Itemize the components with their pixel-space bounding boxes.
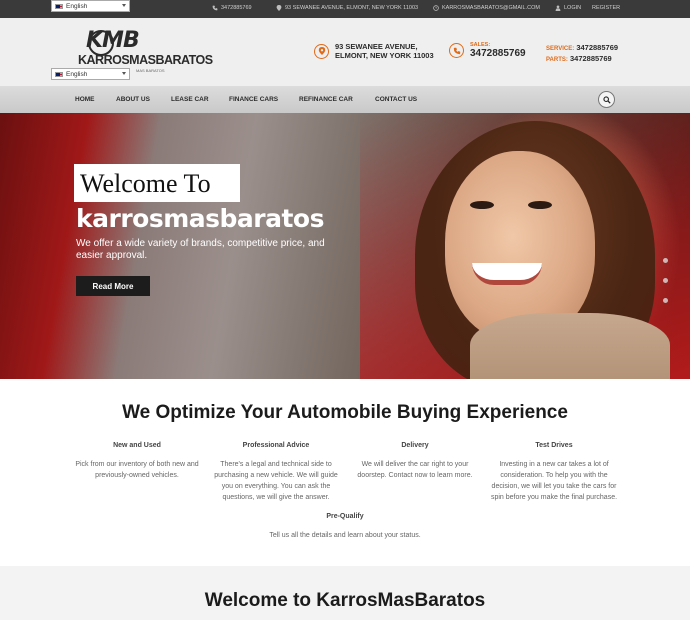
hero-slider: Welcome To karrosmasbaratos We offer a w… xyxy=(0,113,690,379)
feature-desc: Investing in a new car takes a lot of co… xyxy=(490,461,618,501)
feature-title: New and Used xyxy=(113,442,161,449)
address-line-1: 93 SEWANEE AVENUE, xyxy=(335,42,418,51)
slider-dot[interactable] xyxy=(663,298,668,303)
hero-coat xyxy=(470,313,670,379)
top-info-bar: English 3472885769 93 SEWANEE AVENUE, EL… xyxy=(0,0,690,18)
chevron-down-icon xyxy=(122,4,126,7)
read-more-button[interactable]: Read More xyxy=(76,276,150,296)
feature-desc: We will deliver the car right to your do… xyxy=(357,461,473,479)
register-link[interactable]: REGISTER xyxy=(592,5,620,11)
sales-number: 3472885769 xyxy=(470,48,526,59)
parts-number: 3472885769 xyxy=(569,54,612,63)
search-button[interactable] xyxy=(598,91,615,108)
parts-label: PARTS: xyxy=(546,57,568,63)
register-label: REGISTER xyxy=(592,5,621,11)
nav-contact-us[interactable]: CONTACT US xyxy=(375,96,417,103)
hero-eye-left xyxy=(470,201,494,209)
site-header: KMB KARROSMASBARATOS MAS BARATOS English… xyxy=(0,18,690,86)
topbar-address-text: 93 SEWANEE AVENUE, ELMONT, NEW YORK 1100… xyxy=(285,5,419,11)
user-icon xyxy=(555,5,561,11)
nav-about-us[interactable]: ABOUT US xyxy=(116,96,150,103)
location-pin-icon xyxy=(276,5,282,11)
uk-flag-icon xyxy=(55,71,63,77)
logo-name: KARROSMASBARATOS xyxy=(78,53,213,67)
slider-dot[interactable] xyxy=(663,278,668,283)
parts-line[interactable]: PARTS: 3472885769 xyxy=(546,54,618,65)
feature-title: Test Drives xyxy=(535,442,573,449)
feature-title: Pre-Qualify xyxy=(326,513,364,520)
search-icon xyxy=(602,95,611,104)
phone-icon xyxy=(449,43,464,58)
nav-lease-car[interactable]: LEASE CAR xyxy=(171,96,209,103)
feature-new-and-used: New and Used Pick from our inventory of … xyxy=(72,442,202,481)
chevron-down-icon xyxy=(122,72,126,75)
section-title: We Optimize Your Automobile Buying Exper… xyxy=(122,402,568,423)
language-label: English xyxy=(66,70,88,78)
feature-desc: Tell us all the details and learn about … xyxy=(269,532,421,539)
clock-icon xyxy=(433,5,439,11)
main-nav: HOME ABOUT US LEASE CAR FINANCE CARS REF… xyxy=(0,86,690,113)
hero-welcome: Welcome To xyxy=(80,169,211,198)
feature-title: Delivery xyxy=(401,442,429,449)
nav-finance-cars[interactable]: FINANCE CARS xyxy=(229,96,278,103)
feature-title: Professional Advice xyxy=(242,442,310,449)
header-sales[interactable]: SALES: 3472885769 xyxy=(449,42,526,59)
feature-test-drives: Test Drives Investing in a new car takes… xyxy=(489,442,619,503)
logo-initials: KMB xyxy=(86,28,140,53)
hero-brand: karrosmasbaratos xyxy=(76,204,324,233)
service-line[interactable]: SERVICE: 3472885769 xyxy=(546,43,618,54)
location-pin-icon xyxy=(314,43,329,59)
language-select-top[interactable]: English xyxy=(51,0,130,12)
header-address: 93 SEWANEE AVENUE, ELMONT, NEW YORK 1100… xyxy=(314,42,434,60)
login-link[interactable]: LOGIN xyxy=(555,5,581,11)
topbar-email[interactable]: KARROSMASBARATOS@GMAIL.COM xyxy=(433,5,540,11)
topbar-email-text: KARROSMASBARATOS@GMAIL.COM xyxy=(442,5,540,11)
feature-professional-advice: Professional Advice There's a legal and … xyxy=(211,442,341,503)
nav-refinance-car[interactable]: REFINANCE CAR xyxy=(299,96,353,103)
login-label: LOGIN xyxy=(564,5,582,11)
language-select[interactable]: English xyxy=(51,68,130,80)
hero-eye-right xyxy=(528,201,552,209)
address-line-2: ELMONT, NEW YORK 11003 xyxy=(335,51,434,60)
feature-pre-qualify: Pre-Qualify Tell us all the details and … xyxy=(245,513,445,541)
slider-dot[interactable] xyxy=(663,258,668,263)
hero-subtitle: We offer a wide variety of brands, compe… xyxy=(76,238,325,261)
hero-smile xyxy=(472,263,542,285)
logo-tagline: MAS BARATOS xyxy=(136,68,165,73)
feature-desc: There's a legal and technical side to pu… xyxy=(214,461,338,501)
nav-home[interactable]: HOME xyxy=(75,96,95,103)
slider-dots xyxy=(663,258,668,303)
uk-flag-icon xyxy=(55,3,63,9)
topbar-phone[interactable]: 3472885769 xyxy=(212,5,252,11)
service-label: SERVICE: xyxy=(546,46,575,52)
phone-icon xyxy=(212,5,218,11)
language-label: English xyxy=(66,2,88,10)
topbar-phone-text: 3472885769 xyxy=(221,5,252,11)
feature-desc: Pick from our inventory of both new and … xyxy=(75,461,199,479)
feature-delivery: Delivery We will deliver the car right t… xyxy=(350,442,480,481)
header-service-parts: SERVICE: 3472885769 PARTS: 3472885769 xyxy=(546,43,618,65)
topbar-address: 93 SEWANEE AVENUE, ELMONT, NEW YORK 1100… xyxy=(276,5,418,11)
welcome-section-title: Welcome to KarrosMasBaratos xyxy=(204,590,486,611)
service-number: 3472885769 xyxy=(576,43,619,52)
